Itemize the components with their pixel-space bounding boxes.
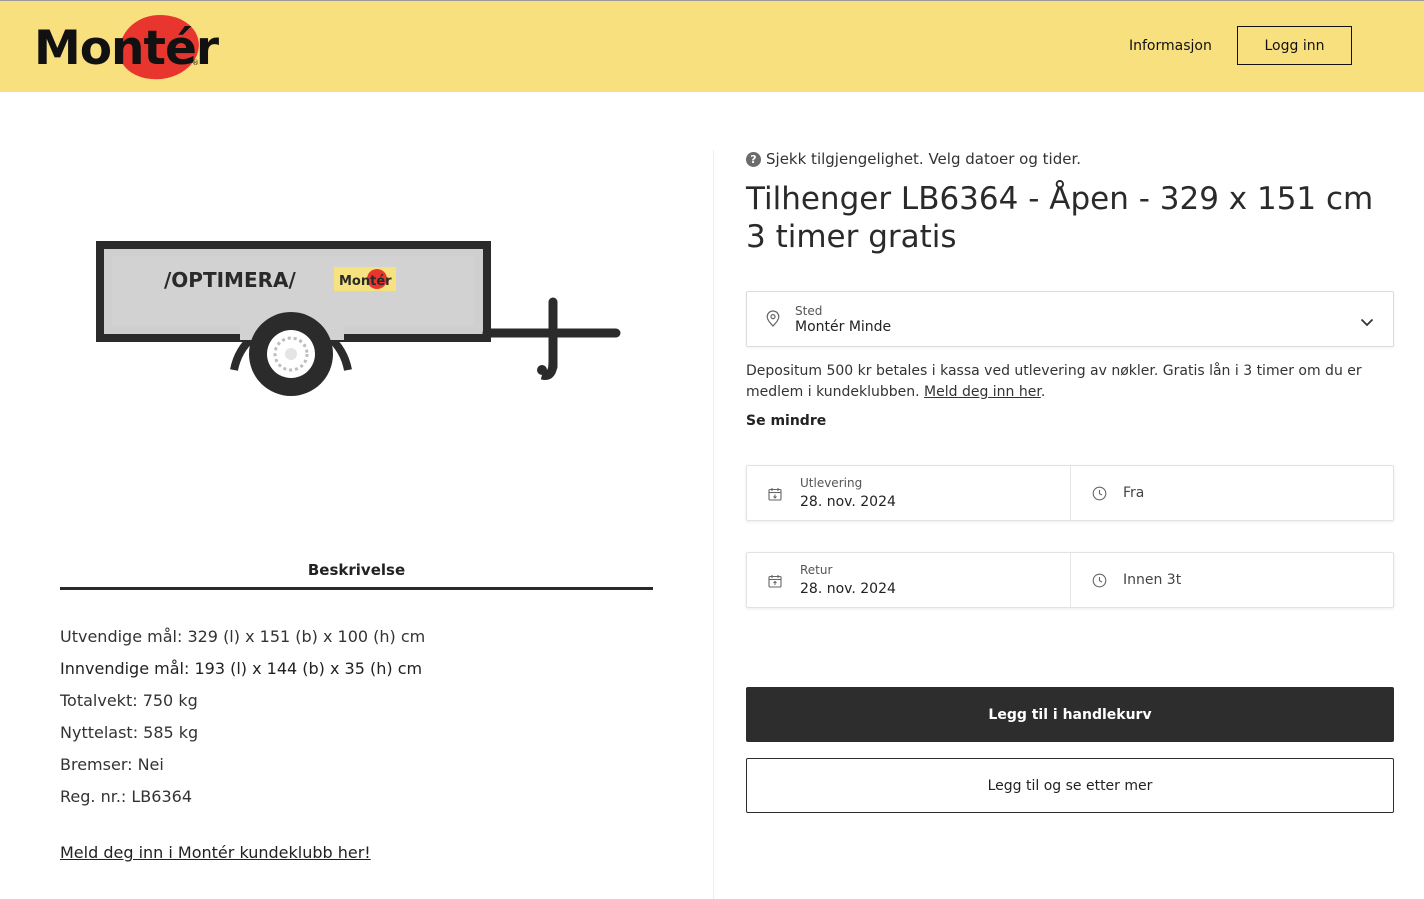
- chevron-down-icon: [1360, 312, 1374, 331]
- spec-payload: Nyttelast: 585 kg: [60, 723, 199, 742]
- return-datetime: Retur 28. nov. 2024 Innen 3t: [746, 552, 1394, 608]
- deposit-info: Depositum 500 kr betales i kassa ved utl…: [746, 361, 1366, 403]
- location-pin-icon: [766, 310, 780, 331]
- clock-icon: [1092, 486, 1107, 505]
- pickup-datetime: Utlevering 28. nov. 2024 Fra: [746, 465, 1394, 521]
- return-date-value: 28. nov. 2024: [800, 581, 896, 597]
- add-and-browse-button[interactable]: Legg til og se etter mer: [746, 758, 1394, 813]
- return-time-field[interactable]: Innen 3t: [1070, 553, 1394, 607]
- location-select[interactable]: Sted Montér Minde: [746, 291, 1394, 347]
- product-title-line1: Tilhenger LB6364 - Åpen - 329 x 151 cm: [746, 181, 1374, 217]
- pickup-label: Utlevering: [800, 476, 863, 490]
- product-title: Tilhenger LB6364 - Åpen - 329 x 151 cm 3…: [746, 180, 1386, 256]
- pickup-time-field[interactable]: Fra: [1070, 466, 1394, 520]
- deposit-end: .: [1040, 384, 1046, 400]
- site-header: Montér ® Informasjon Logg inn: [0, 1, 1424, 92]
- nav-information-link[interactable]: Informasjon: [1129, 38, 1212, 54]
- return-label: Retur: [800, 563, 833, 577]
- pickup-date-field[interactable]: Utlevering 28. nov. 2024: [747, 466, 1070, 520]
- tab-description-underline: [60, 587, 653, 590]
- availability-text: Sjekk tilgjengelighet. Velg datoer og ti…: [766, 150, 1081, 168]
- pickup-time-value: Fra: [1123, 485, 1145, 501]
- spec-total-weight: Totalvekt: 750 kg: [60, 691, 198, 710]
- monter-logo[interactable]: Montér ®: [34, 9, 219, 85]
- deposit-join-link[interactable]: Meld deg inn her: [924, 384, 1041, 400]
- location-value: Montér Minde: [795, 319, 892, 335]
- spec-inner-dimensions: Innvendige mål: 193 (l) x 144 (b) x 35 (…: [60, 659, 423, 678]
- calendar-icon: [768, 573, 782, 592]
- location-label: Sted: [795, 304, 823, 318]
- return-time-value: Innen 3t: [1123, 572, 1182, 588]
- spec-brakes: Bremser: Nei: [60, 755, 164, 774]
- see-less-toggle[interactable]: Se mindre: [746, 413, 826, 429]
- column-divider: [713, 150, 714, 899]
- clock-icon: [1092, 573, 1107, 592]
- add-to-cart-button[interactable]: Legg til i handlekurv: [746, 687, 1394, 742]
- customer-club-link[interactable]: Meld deg inn i Montér kundeklubb her!: [60, 843, 371, 862]
- spec-registration: Reg. nr.: LB6364: [60, 787, 192, 806]
- return-date-field[interactable]: Retur 28. nov. 2024: [747, 553, 1070, 607]
- trailer-badge-text: Montér: [339, 274, 392, 289]
- availability-note: ? Sjekk tilgjengelighet. Velg datoer og t…: [746, 150, 1081, 168]
- help-icon[interactable]: ?: [746, 152, 761, 167]
- calendar-icon: [768, 486, 782, 505]
- spec-outer-dimensions: Utvendige mål: 329 (l) x 151 (b) x 100 (…: [60, 627, 426, 646]
- login-button[interactable]: Logg inn: [1237, 26, 1352, 65]
- logo-registered-mark: ®: [192, 59, 199, 67]
- product-title-line2: 3 timer gratis: [746, 219, 957, 255]
- deposit-text: Depositum 500 kr betales i kassa ved utl…: [746, 363, 1362, 400]
- trailer-brand-text: /OPTIMERA/: [164, 268, 296, 292]
- pickup-date-value: 28. nov. 2024: [800, 494, 896, 510]
- tab-description[interactable]: Beskrivelse: [60, 561, 653, 579]
- logo-text: Montér: [34, 21, 219, 76]
- product-image-trailer: /OPTIMERA/ Montér: [90, 230, 630, 410]
